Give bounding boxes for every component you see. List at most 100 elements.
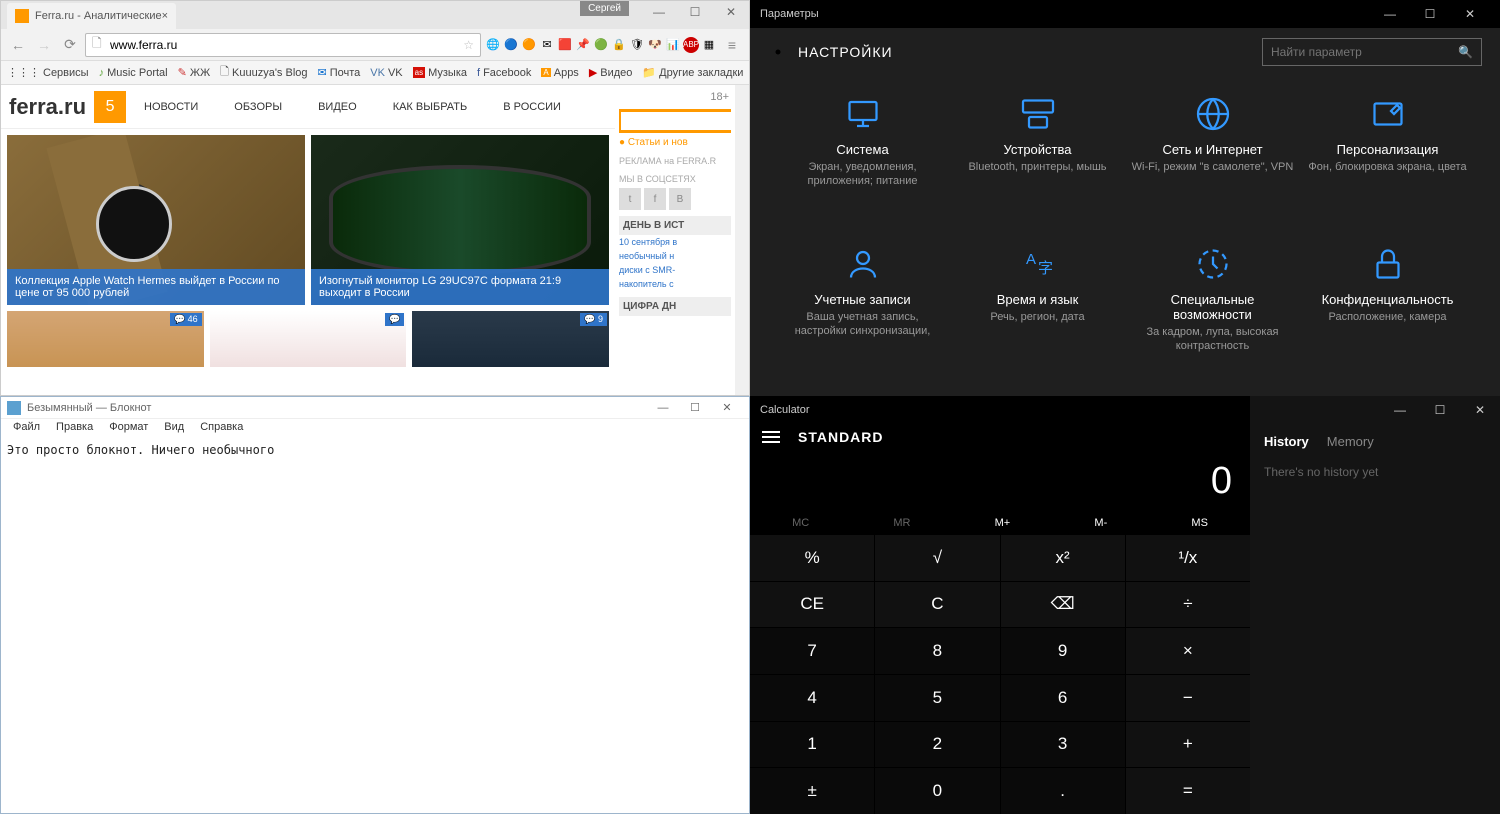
tab-memory[interactable]: Memory	[1327, 434, 1374, 449]
chrome-user-badge[interactable]: Сергей	[580, 1, 629, 16]
side-link[interactable]: накопитель с	[619, 277, 731, 291]
btn-percent[interactable]: %	[750, 535, 874, 581]
maximize-button[interactable]: ☐	[1410, 0, 1450, 28]
btn-5[interactable]: 5	[875, 675, 999, 721]
menu-file[interactable]: Файл	[5, 419, 48, 439]
bookmark-star-icon[interactable]: ☆	[463, 38, 474, 52]
nav-link[interactable]: В РОССИИ	[485, 85, 579, 129]
ferra-logo[interactable]: ferra.ru	[1, 94, 94, 120]
minimize-button[interactable]: —	[647, 398, 679, 418]
search-field[interactable]	[1271, 45, 1458, 59]
side-link[interactable]: необычный н	[619, 249, 731, 263]
hamburger-icon[interactable]	[762, 428, 780, 446]
menu-help[interactable]: Справка	[192, 419, 251, 439]
chrome-menu-icon[interactable]: ≡	[721, 34, 743, 56]
ext-icon[interactable]: ▦	[701, 37, 717, 53]
minimize-button[interactable]: —	[1380, 396, 1420, 424]
minimize-button[interactable]: —	[641, 1, 677, 23]
menu-format[interactable]: Формат	[101, 419, 156, 439]
btn-negate[interactable]: ±	[750, 768, 874, 814]
nav-link[interactable]: КАК ВЫБРАТЬ	[375, 85, 486, 129]
btn-minus[interactable]: −	[1126, 675, 1250, 721]
apps-shortcut[interactable]: ⋮⋮⋮ Сервисы	[7, 66, 89, 79]
ext-icon[interactable]: 🟠	[521, 37, 537, 53]
btn-4[interactable]: 4	[750, 675, 874, 721]
ext-icon[interactable]: 🟥	[557, 37, 573, 53]
other-bookmarks[interactable]: 📁 Другие закладки	[642, 66, 743, 79]
search-icon[interactable]: 🔍	[1458, 45, 1473, 59]
settings-item-accessibility[interactable]: Специальные возможности За кадром, лупа,…	[1130, 246, 1295, 376]
mem-mc[interactable]: MC	[792, 517, 809, 529]
close-button[interactable]: ✕	[711, 398, 743, 418]
maximize-button[interactable]: ☐	[677, 1, 713, 23]
side-link[interactable]: 10 сентября в	[619, 235, 731, 249]
search-input[interactable]: 🔍	[1262, 38, 1482, 66]
tab-history[interactable]: History	[1264, 434, 1309, 449]
ext-icon[interactable]: ✉	[539, 37, 555, 53]
ext-icon[interactable]: 🔒	[611, 37, 627, 53]
btn-6[interactable]: 6	[1001, 675, 1125, 721]
ext-icon[interactable]: 🟢	[593, 37, 609, 53]
nav-link[interactable]: ВИДЕО	[300, 85, 375, 129]
reload-button[interactable]: ⟳	[59, 34, 81, 56]
menu-view[interactable]: Вид	[156, 419, 192, 439]
btn-multiply[interactable]: ×	[1126, 628, 1250, 674]
ext-icon[interactable]: 📌	[575, 37, 591, 53]
scrollbar[interactable]	[735, 85, 749, 395]
btn-c[interactable]: C	[875, 582, 999, 628]
settings-item-personalization[interactable]: Персонализация Фон, блокировка экрана, ц…	[1305, 96, 1470, 226]
thumb[interactable]: 💬	[210, 311, 407, 367]
minimize-button[interactable]: —	[1370, 0, 1410, 28]
btn-divide[interactable]: ÷	[1126, 582, 1250, 628]
ext-icon[interactable]: ABP	[683, 37, 699, 53]
nav-link[interactable]: НОВОСТИ	[126, 85, 216, 129]
btn-plus[interactable]: +	[1126, 722, 1250, 768]
forward-button[interactable]: →	[33, 34, 55, 56]
mem-ms[interactable]: MS	[1191, 517, 1208, 529]
facebook-icon[interactable]: f	[644, 188, 666, 210]
mem-mr[interactable]: MR	[893, 517, 910, 529]
notepad-text-area[interactable]: Это просто блокнот. Ничего необычного	[1, 439, 749, 813]
settings-item-system[interactable]: Система Экран, уведомления, приложения; …	[780, 96, 945, 226]
tab-close-icon[interactable]: ×	[162, 10, 168, 22]
menu-edit[interactable]: Правка	[48, 419, 101, 439]
back-button[interactable]: ←	[7, 34, 29, 56]
bookmark-item[interactable]: ✎ЖЖ	[178, 66, 211, 79]
thumb[interactable]: 💬 9	[412, 311, 609, 367]
ext-icon[interactable]: 🔵	[503, 37, 519, 53]
settings-item-privacy[interactable]: Конфиденциальность Расположение, камера	[1305, 246, 1470, 376]
bookmark-item[interactable]: fFacebook	[477, 67, 531, 79]
btn-7[interactable]: 7	[750, 628, 874, 674]
close-button[interactable]: ✕	[713, 1, 749, 23]
bookmark-item[interactable]: ♪Music Portal	[99, 67, 168, 79]
maximize-button[interactable]: ☐	[679, 398, 711, 418]
thumb[interactable]: 💬 46	[7, 311, 204, 367]
bookmark-item[interactable]: VKVK	[370, 67, 402, 79]
articles-link[interactable]: ● Статьи и нов	[619, 137, 731, 148]
ext-icon[interactable]: 📊	[665, 37, 681, 53]
btn-decimal[interactable]: .	[1001, 768, 1125, 814]
btn-square[interactable]: x²	[1001, 535, 1125, 581]
settings-item-network[interactable]: Сеть и Интернет Wi-Fi, режим "в самолете…	[1130, 96, 1295, 226]
maximize-button[interactable]: ☐	[1420, 396, 1460, 424]
settings-item-devices[interactable]: Устройства Bluetooth, принтеры, мышь	[955, 96, 1120, 226]
ferra-logo-icon[interactable]: 5	[94, 91, 126, 123]
url-input[interactable]: 🗋 www.ferra.ru ☆	[85, 33, 481, 57]
close-button[interactable]: ✕	[1450, 0, 1490, 28]
bookmark-item[interactable]: AApps	[541, 67, 578, 79]
btn-3[interactable]: 3	[1001, 722, 1125, 768]
bookmark-item[interactable]: asМузыка	[413, 67, 467, 79]
bookmark-item[interactable]: 🗋Kuuuzya's Blog	[220, 63, 307, 82]
close-button[interactable]: ✕	[1460, 396, 1500, 424]
btn-equals[interactable]: =	[1126, 768, 1250, 814]
btn-reciprocal[interactable]: ¹/x	[1126, 535, 1250, 581]
bookmark-item[interactable]: ▶Видео	[589, 66, 633, 79]
settings-item-accounts[interactable]: Учетные записи Ваша учетная запись, наст…	[780, 246, 945, 376]
vk-icon[interactable]: B	[669, 188, 691, 210]
search-input[interactable]	[621, 112, 749, 130]
site-info-icon[interactable]: 🗋	[92, 34, 106, 55]
mem-mminus[interactable]: M-	[1094, 517, 1107, 529]
btn-9[interactable]: 9	[1001, 628, 1125, 674]
btn-0[interactable]: 0	[875, 768, 999, 814]
nav-link[interactable]: ОБЗОРЫ	[216, 85, 300, 129]
